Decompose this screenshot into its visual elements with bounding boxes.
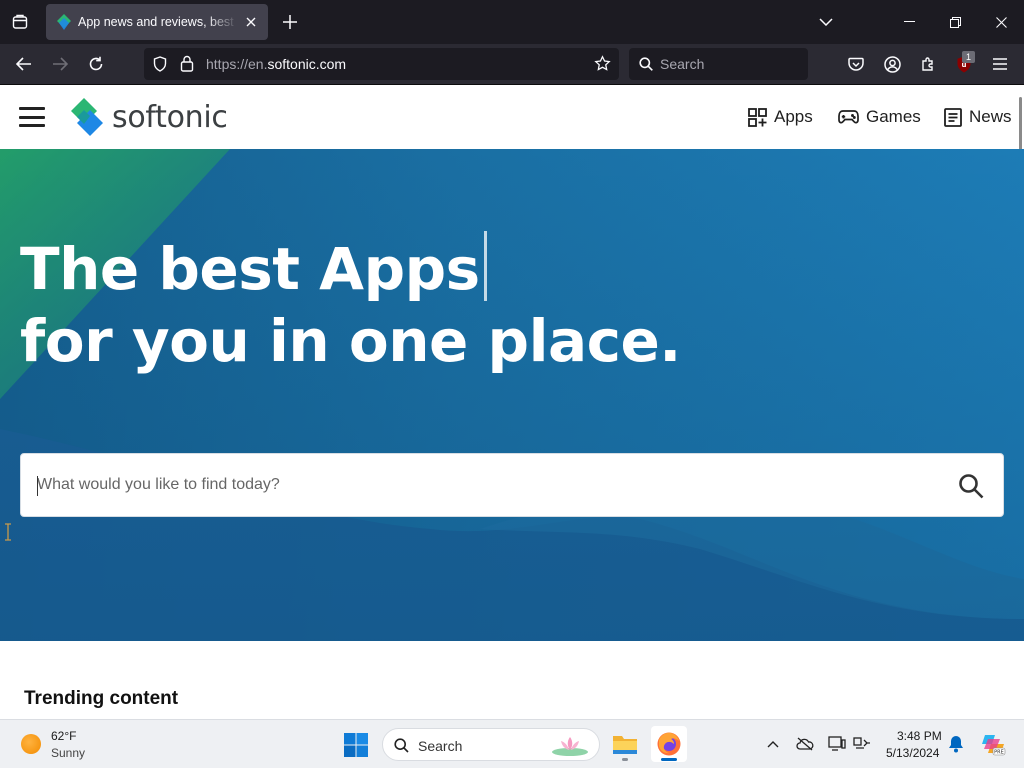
tab-title: App news and reviews, best software down… <box>78 15 238 29</box>
softonic-logo-icon <box>71 98 103 136</box>
softonic-favicon-icon <box>57 14 71 30</box>
lotus-highlight-icon <box>552 737 588 756</box>
taskbar-search-label: Search <box>418 738 463 754</box>
nav-apps-label: Apps <box>774 107 813 126</box>
running-indicator <box>622 758 628 761</box>
browser-tabstrip: App news and reviews, best software down… <box>0 0 1024 44</box>
clock-date[interactable]: 5/13/2024 <box>886 746 939 760</box>
close-window-button[interactable] <box>978 0 1024 44</box>
restore-window-button[interactable] <box>932 0 978 44</box>
clock-time[interactable]: 3:48 PM <box>897 729 942 743</box>
hero-title-line2: for you in one place. <box>20 307 681 375</box>
hero-search-box[interactable] <box>20 453 1004 517</box>
svg-text:PRE: PRE <box>994 750 1004 756</box>
bookmark-star-icon[interactable] <box>594 55 611 72</box>
copilot-icon[interactable]: PRE <box>980 731 1006 757</box>
firefox-icon[interactable] <box>651 726 687 762</box>
pocket-icon[interactable] <box>842 50 870 78</box>
hamburger-menu-icon[interactable] <box>18 105 46 129</box>
nav-games[interactable]: Games <box>838 105 921 129</box>
account-icon[interactable] <box>878 50 906 78</box>
shield-icon[interactable] <box>152 56 168 72</box>
apps-grid-icon <box>748 107 767 127</box>
nav-news-label: News <box>969 107 1012 126</box>
hero-title: The best Apps for you in one place. <box>20 231 681 377</box>
chevron-down-icon[interactable] <box>814 10 838 34</box>
nav-games-label: Games <box>866 107 921 126</box>
display-icon[interactable] <box>827 734 847 754</box>
logo-wordmark: softonic <box>112 99 228 135</box>
text-caret <box>37 476 38 496</box>
sun-weather-icon[interactable] <box>21 734 41 754</box>
hero-background <box>0 149 1024 641</box>
app-menu-icon[interactable] <box>986 50 1014 78</box>
chevron-up-icon[interactable] <box>763 734 783 754</box>
minimize-window-button[interactable] <box>886 0 932 44</box>
extension-badge: 1 <box>962 51 975 63</box>
weather-temp[interactable]: 62°F <box>51 729 76 743</box>
back-button[interactable] <box>10 50 38 78</box>
file-explorer-icon[interactable] <box>607 726 643 762</box>
search-icon <box>394 738 409 753</box>
forward-button[interactable] <box>46 50 74 78</box>
active-indicator <box>661 758 677 761</box>
browser-search-placeholder: Search <box>660 56 705 72</box>
reload-button[interactable] <box>82 50 110 78</box>
softonic-logo[interactable]: softonic <box>70 96 228 138</box>
search-icon[interactable] <box>957 472 985 500</box>
onedrive-offline-icon[interactable] <box>795 734 815 754</box>
ibeam-cursor-icon <box>5 523 11 541</box>
hero-title-line1: The best Apps <box>20 235 480 303</box>
typing-caret <box>483 231 487 301</box>
hero-banner: The best Apps for you in one place. <box>0 149 1024 641</box>
taskbar-search[interactable]: Search <box>382 728 600 761</box>
web-page: softonic Apps Games News The best Apps f… <box>0 85 1024 719</box>
windows-taskbar: 62°F Sunny Search 3:48 PM 5/13/2024 PRE <box>0 719 1024 768</box>
windows-start-icon[interactable] <box>343 732 369 758</box>
url-text: https://en.softonic.com <box>206 56 347 72</box>
notification-bell-icon[interactable] <box>946 734 966 754</box>
tab-softonic[interactable]: App news and reviews, best software down… <box>46 4 268 40</box>
browser-toolbar: https://en.softonic.com Search u <box>0 44 1024 85</box>
site-header: softonic Apps Games News <box>0 85 1024 159</box>
lock-icon[interactable] <box>180 55 194 72</box>
tab-list-icon[interactable] <box>6 8 34 36</box>
new-tab-button[interactable] <box>278 10 302 34</box>
tab-close-icon[interactable] <box>242 13 260 31</box>
browser-search-input[interactable]: Search <box>629 48 808 80</box>
hero-search-input[interactable] <box>37 454 937 516</box>
weather-condition[interactable]: Sunny <box>51 746 85 760</box>
search-icon <box>639 57 653 71</box>
newspaper-icon <box>944 107 962 127</box>
nav-apps[interactable]: Apps <box>748 105 813 129</box>
url-bar[interactable]: https://en.softonic.com <box>144 48 619 80</box>
extensions-puzzle-icon[interactable] <box>914 50 942 78</box>
gamepad-icon <box>838 110 859 124</box>
nav-news[interactable]: News <box>944 105 1012 129</box>
trending-heading: Trending content <box>24 688 179 709</box>
network-sound-icon[interactable] <box>852 734 872 754</box>
